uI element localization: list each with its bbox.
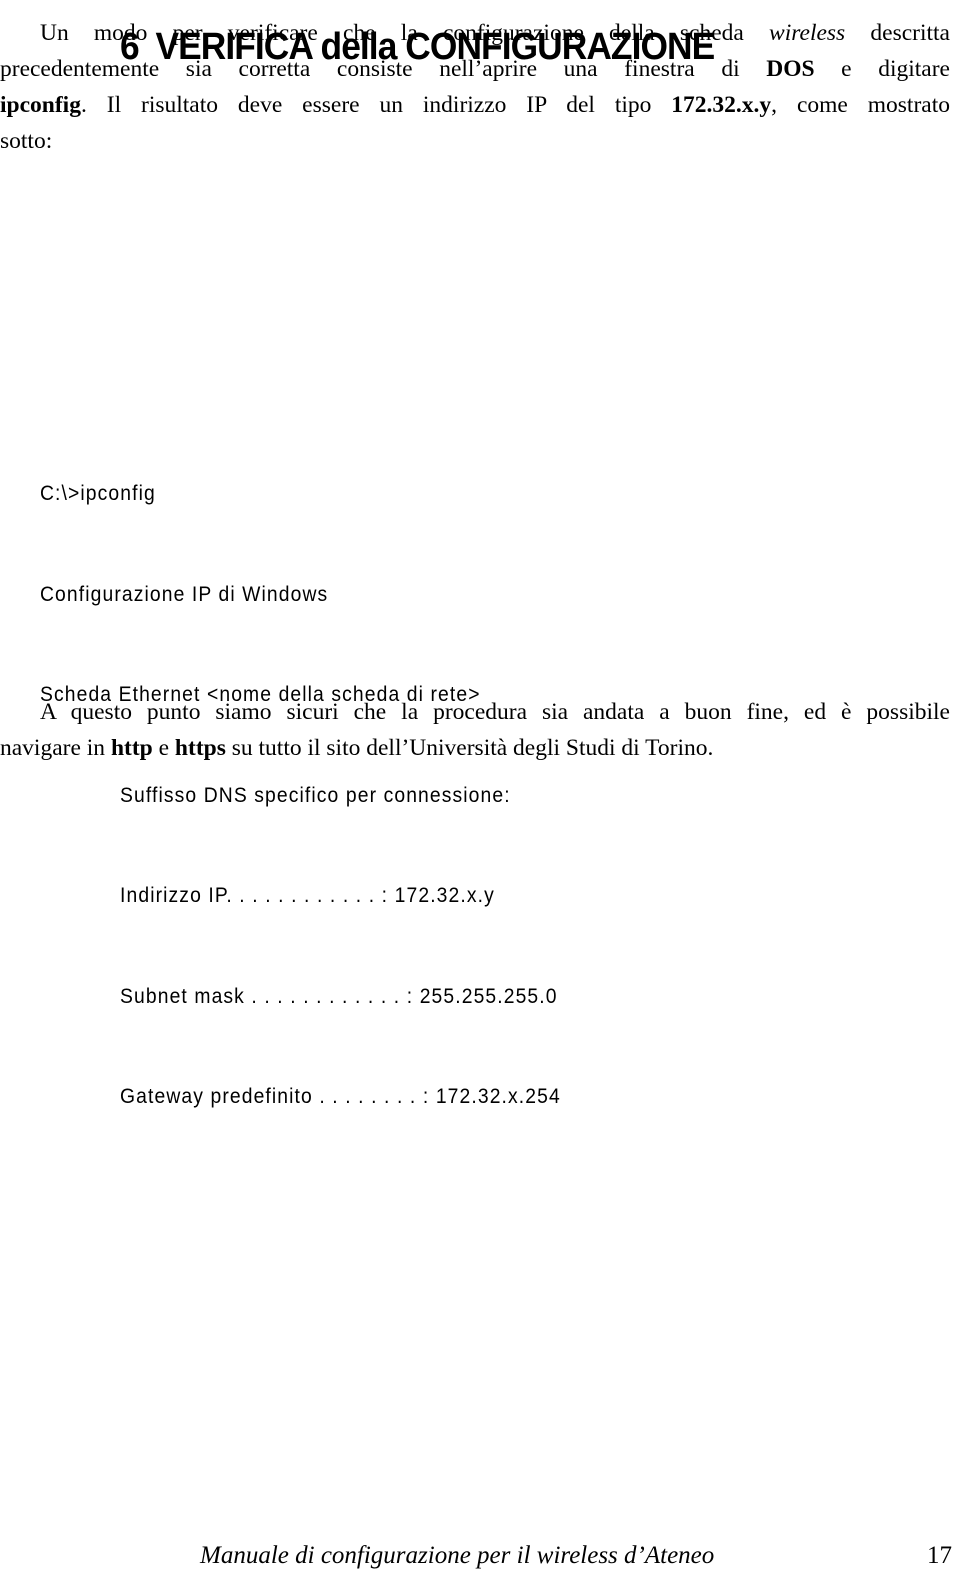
console-header: Configurazione IP di Windows — [40, 582, 329, 606]
console-row-label: Indirizzo IP. . . . . . . . . . . . : — [120, 884, 389, 907]
text: e digitare — [814, 56, 950, 82]
page-number: 17 — [927, 1542, 952, 1569]
emphasis-wireless: wireless — [769, 20, 846, 46]
footer-title: Manuale di configurazione per il wireles… — [200, 1542, 715, 1569]
text: Un modo per verificare che la configuraz… — [40, 20, 770, 46]
intro-line-1: Un modo per verificare che la configuraz… — [40, 14, 950, 52]
text: , come mostrato — [771, 92, 950, 118]
console-row-value: 172.32.x.254 — [435, 1085, 561, 1108]
console-row: Indirizzo IP. . . . . . . . . . . . : 17… — [40, 879, 561, 913]
intro-line-4: sotto: — [0, 128, 53, 154]
emphasis-dos: DOS — [766, 56, 815, 82]
emphasis-https: https — [174, 735, 226, 761]
conclusion-line-2: navigare in http e https su tutto il sit… — [0, 730, 950, 766]
intro-line-3: ipconfig. Il risultato deve essere un in… — [0, 86, 950, 124]
text: navigare in — [0, 735, 111, 761]
intro-line-2: precedentemente sia corretta consiste ne… — [0, 50, 950, 88]
conclusion-line-1: A questo punto siamo sicuri che la proce… — [40, 699, 950, 725]
console-row-label: Suffisso DNS specifico per connessione: — [120, 783, 511, 807]
text: descritta — [845, 20, 950, 46]
console-row: Suffisso DNS specifico per connessione: — [40, 779, 561, 813]
console-command: C:\>ipconfig — [40, 482, 156, 505]
console-row-value: 172.32.x.y — [394, 884, 495, 907]
text: su tutto il sito dell’Università degli S… — [225, 735, 714, 761]
console-row: Subnet mask . . . . . . . . . . . . : 25… — [40, 980, 561, 1014]
text: precedentemente sia corretta consiste ne… — [0, 56, 767, 82]
console-row-label: Subnet mask . . . . . . . . . . . . : — [120, 984, 414, 1008]
page-footer: Manuale di configurazione per il wireles… — [200, 1540, 952, 1572]
ipconfig-output: C:\>ipconfig Configurazione IP di Window… — [40, 410, 561, 1147]
emphasis-ipconfig: ipconfig — [0, 92, 81, 118]
text: e — [152, 735, 175, 761]
emphasis-http: http — [110, 735, 153, 761]
emphasis-ip-pattern: 172.32.x.y — [671, 92, 772, 118]
text: . Il risultato deve essere un indirizzo … — [80, 92, 672, 118]
console-row-value: 255.255.255.0 — [419, 984, 558, 1008]
console-row: Gateway predefinito . . . . . . . . : 17… — [40, 1080, 561, 1114]
console-row-label: Gateway predefinito . . . . . . . . : — [120, 1085, 430, 1108]
